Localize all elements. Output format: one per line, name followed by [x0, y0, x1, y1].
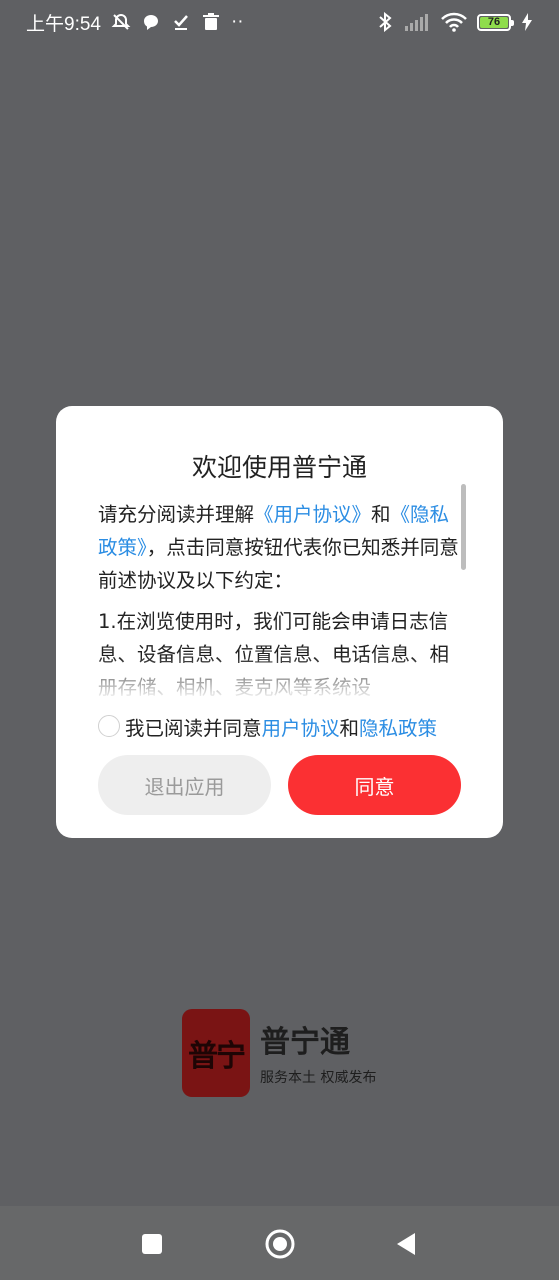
- back-icon: [397, 1233, 415, 1255]
- status-more-dots: ··: [230, 11, 244, 32]
- home-button[interactable]: [265, 1229, 295, 1259]
- signal-icon: [405, 12, 431, 32]
- consent-user-agreement-link[interactable]: 用户协议: [262, 712, 340, 741]
- user-agreement-link[interactable]: 《用户协议》: [254, 503, 371, 526]
- privacy-dialog: 欢迎使用普宁通 请充分阅读并理解《用户协议》和《隐私政策》，点击同意按钮代表你已…: [56, 406, 503, 838]
- charging-icon: [521, 12, 533, 32]
- intro-suffix: ，点击同意按钮代表你已知悉并同意前述协议及以下约定：: [98, 536, 459, 592]
- intro-prefix: 请充分阅读并理解: [98, 503, 255, 526]
- logo-app-name: 普宁通: [260, 1025, 350, 1060]
- status-bar: 上午9:54 ·· 76: [0, 0, 559, 44]
- battery-icon: 76: [477, 13, 514, 31]
- bluetooth-icon: [375, 12, 395, 32]
- app-logo: 普宁 普宁通 服务本土 权威发布: [182, 1009, 382, 1101]
- home-icon: [265, 1229, 295, 1259]
- exit-app-button[interactable]: 退出应用: [98, 755, 271, 815]
- consent-and: 和: [339, 716, 360, 740]
- consent-prefix: 我已阅读并同意: [125, 716, 262, 740]
- agree-button[interactable]: 同意: [288, 755, 461, 815]
- intro-paragraph: 请充分阅读并理解《用户协议》和《隐私政策》，点击同意按钮代表你已知悉并同意前述协…: [98, 498, 460, 597]
- back-button[interactable]: [393, 1231, 419, 1257]
- status-time: 上午9:54: [26, 13, 101, 35]
- battery-level: 76: [480, 16, 508, 28]
- navigation-bar: [0, 1206, 559, 1280]
- consent-privacy-policy-link[interactable]: 隐私政策: [359, 712, 437, 741]
- status-left: 上午9:54 ··: [26, 9, 244, 36]
- wifi-icon: [441, 12, 467, 32]
- logo-tile: 普宁: [182, 1009, 250, 1097]
- dialog-title: 欢迎使用普宁通: [191, 453, 367, 482]
- trash-icon: [201, 12, 221, 32]
- body-fade-overlay: [98, 656, 460, 698]
- alarm-off-icon: [111, 12, 131, 32]
- intro-and: 和: [371, 503, 391, 526]
- status-right: 76: [375, 12, 533, 32]
- scrollbar-thumb[interactable]: [461, 484, 466, 570]
- chat-icon: [141, 12, 161, 32]
- recents-icon: [142, 1234, 162, 1254]
- logo-slogan: 服务本土 权威发布: [260, 1070, 377, 1086]
- consent-row[interactable]: 我已阅读并同意 用户协议和隐私政策: [98, 712, 437, 740]
- consent-radio[interactable]: [98, 715, 120, 737]
- check-icon: [171, 12, 191, 32]
- recents-button[interactable]: [139, 1231, 165, 1257]
